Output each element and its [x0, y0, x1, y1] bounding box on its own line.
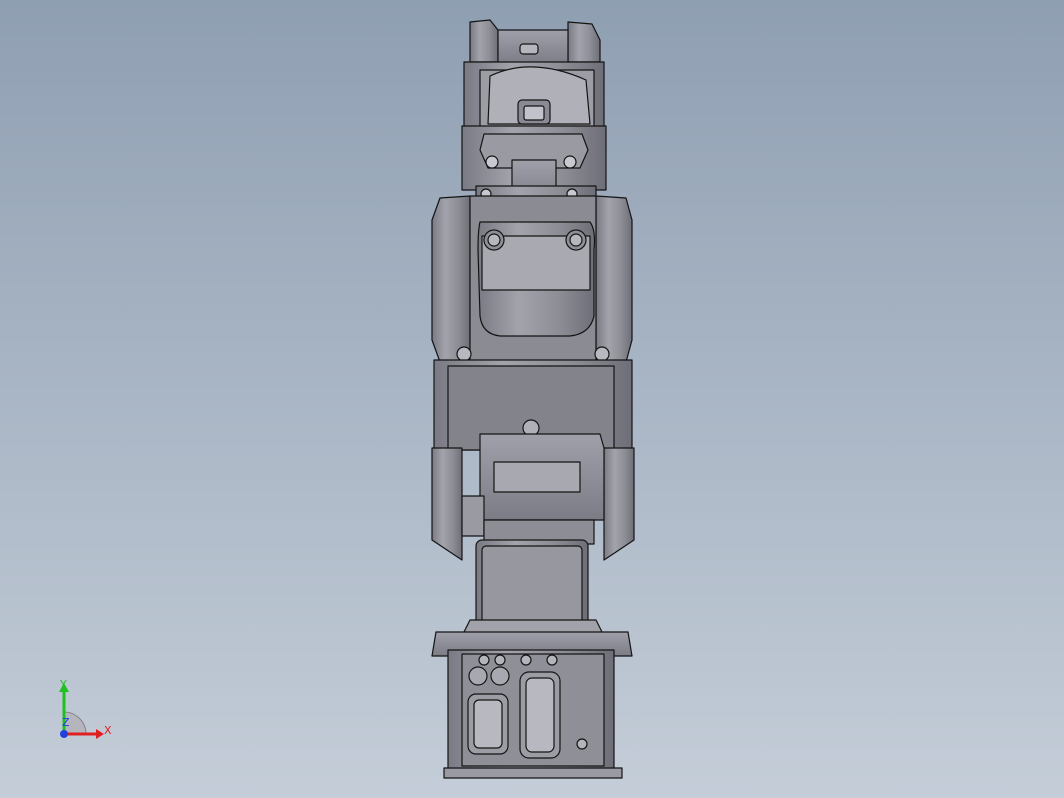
y-axis-label: Y	[59, 678, 67, 691]
z-axis-dot	[60, 730, 68, 738]
robot-base	[431, 631, 633, 779]
base-column	[461, 539, 605, 637]
x-axis-arrowhead	[96, 729, 104, 739]
robot-arm-model[interactable]	[0, 0, 1064, 798]
upper-arm	[431, 359, 635, 561]
3d-viewport[interactable]: X Y Z	[0, 0, 1064, 798]
x-axis-label: X	[104, 724, 112, 737]
z-axis-label: Z	[62, 716, 70, 729]
forearm	[431, 195, 633, 367]
coordinate-triad: X Y Z	[59, 678, 112, 739]
